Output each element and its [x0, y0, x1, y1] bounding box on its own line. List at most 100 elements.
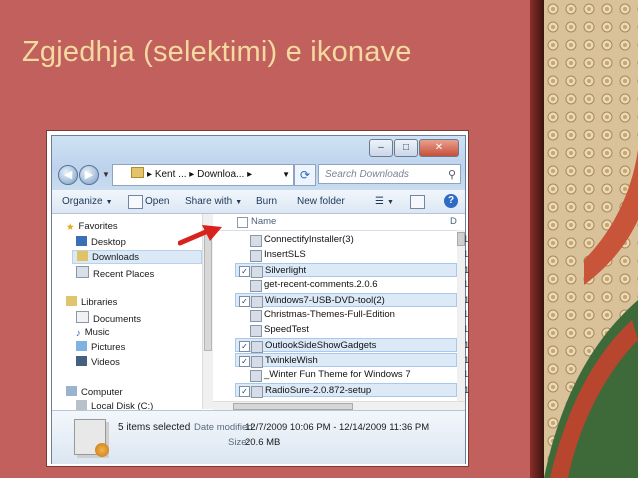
nav-computer[interactable]: Computer	[66, 386, 123, 400]
nav-documents[interactable]: Documents	[76, 311, 141, 325]
file-icon	[250, 235, 262, 247]
file-name: Windows7-USB-DVD-tool(2)	[265, 295, 385, 306]
file-icon	[250, 325, 262, 337]
file-row[interactable]: _Winter Fun Theme for Windows 71	[235, 368, 468, 382]
file-list-scrollbar[interactable]	[457, 230, 465, 409]
scroll-thumb[interactable]	[457, 232, 465, 246]
address-segment-downloads[interactable]: Downloa...	[197, 169, 244, 180]
nav-desktop[interactable]: Desktop	[76, 236, 126, 250]
caption-buttons: – □ ✕	[368, 139, 459, 157]
address-sep: ▸	[147, 169, 153, 180]
organize-button[interactable]: Organize ▼	[62, 190, 113, 213]
back-arrow-icon[interactable]: ◀	[58, 165, 78, 185]
address-bar[interactable]: ▸ Kent ... ▸ Downloa... ▸ ▼	[112, 164, 294, 186]
address-segment-user[interactable]: Kent ...	[155, 169, 187, 180]
desktop-icon	[76, 236, 87, 246]
address-dropdown-icon[interactable]: ▼	[282, 165, 290, 185]
file-row[interactable]: ✓ Silverlight 1	[235, 263, 469, 278]
file-name: Silverlight	[265, 265, 307, 276]
file-list: Name D ConnectifyInstaller(3) 1 InsertSLS 1…	[213, 214, 469, 409]
file-icon	[251, 386, 263, 398]
recent-pages-dropdown[interactable]: ▼	[102, 170, 110, 179]
row-checkbox[interactable]: ✓	[239, 356, 250, 367]
decorative-pattern	[544, 0, 638, 478]
size-value: 20.6 MB	[245, 437, 281, 448]
details-pane: 5 items selected Date modified: 12/7/200…	[52, 410, 465, 464]
maximize-button[interactable]: □	[394, 139, 418, 157]
select-all-checkbox[interactable]	[237, 217, 248, 228]
burn-button[interactable]: Burn	[256, 190, 277, 213]
close-button[interactable]: ✕	[419, 139, 459, 157]
date-modified-value: 12/7/2009 10:06 PM - 12/14/2009 11:36 PM	[245, 422, 430, 433]
title-bar: – □ ✕ ◀ ▶ ▼ ▸ Kent ... ▸ Downloa... ▸ ▼ …	[52, 136, 465, 190]
row-checkbox[interactable]: ✓	[239, 296, 250, 307]
minimize-button[interactable]: –	[369, 139, 393, 157]
file-row[interactable]: ✓ RadioSure-2.0.872-setup 1	[235, 383, 469, 398]
forward-arrow-icon[interactable]: ▶	[79, 165, 99, 185]
star-icon: ★	[66, 222, 75, 233]
nav-downloads[interactable]: Downloads	[72, 250, 202, 264]
nav-music[interactable]: ♪ Music	[76, 326, 110, 340]
badge-icon	[95, 443, 109, 457]
libraries-icon	[66, 296, 77, 306]
column-name[interactable]: Name	[251, 216, 276, 227]
explorer-window: – □ ✕ ◀ ▶ ▼ ▸ Kent ... ▸ Downloa... ▸ ▼ …	[47, 131, 469, 466]
share-with-button[interactable]: Share with ▼	[185, 190, 242, 213]
address-sep: ▸	[189, 169, 195, 180]
disk-icon	[76, 400, 87, 410]
file-row[interactable]: ✓ OutlookSideShowGadgets 1	[235, 338, 469, 353]
file-icon	[251, 296, 263, 308]
help-icon[interactable]: ?	[444, 194, 458, 208]
navigation-row: ◀ ▶ ▼ ▸ Kent ... ▸ Downloa... ▸ ▼ ⟳ Sear…	[58, 164, 461, 186]
nav-videos[interactable]: Videos	[76, 356, 120, 370]
file-row[interactable]: InsertSLS 1	[235, 248, 468, 262]
magnifier-icon[interactable]: ⚲	[448, 165, 456, 185]
music-icon: ♪	[76, 328, 81, 339]
row-checkbox[interactable]: ✓	[239, 386, 250, 397]
column-header: Name D	[213, 214, 465, 231]
file-name: SpeedTest	[264, 324, 309, 335]
recent-places-icon	[76, 266, 89, 278]
file-icon	[251, 341, 263, 353]
pictures-icon	[76, 341, 87, 351]
row-checkbox[interactable]: ✓	[239, 266, 250, 277]
file-name: InsertSLS	[264, 249, 306, 260]
slide-border	[530, 0, 544, 478]
red-arrow-icon	[178, 225, 222, 246]
refresh-icon[interactable]: ⟳	[294, 164, 316, 186]
open-button[interactable]: Open	[145, 190, 169, 213]
slide-title: Zgjedhja (selektimi) e ikonave	[22, 36, 412, 68]
search-input[interactable]: Search Downloads ⚲	[318, 164, 461, 184]
file-name: Christmas-Themes-Full-Edition	[264, 309, 395, 320]
file-name: OutlookSideShowGadgets	[265, 340, 377, 351]
file-row[interactable]: get-recent-comments.2.0.6 1	[235, 278, 468, 292]
file-row[interactable]: ConnectifyInstaller(3) 1	[235, 233, 468, 247]
file-row[interactable]: Christmas-Themes-Full-Edition 1	[235, 308, 468, 322]
file-icon	[251, 266, 263, 278]
videos-icon	[76, 356, 87, 366]
nav-recent-places[interactable]: Recent Places	[76, 266, 154, 280]
column-date[interactable]: D	[450, 216, 457, 227]
address-sep: ▸	[247, 169, 253, 180]
file-name: ConnectifyInstaller(3)	[264, 234, 354, 245]
file-row[interactable]: ✓ Windows7-USB-DVD-tool(2) 1	[235, 293, 469, 308]
file-row[interactable]: SpeedTest 1	[235, 323, 468, 337]
file-icon	[250, 280, 262, 292]
file-name: TwinkleWish	[265, 355, 318, 366]
file-name: RadioSure-2.0.872-setup	[265, 385, 372, 396]
nav-libraries[interactable]: Libraries	[66, 296, 117, 310]
file-icon	[250, 370, 262, 382]
nav-pictures[interactable]: Pictures	[76, 341, 125, 355]
view-options-button[interactable]: ☰ ▼	[375, 190, 394, 213]
file-row[interactable]: ✓ TwinkleWish 1	[235, 353, 469, 368]
file-icon	[250, 310, 262, 322]
search-placeholder: Search Downloads	[325, 169, 409, 180]
open-icon	[128, 195, 143, 209]
file-icon	[250, 250, 262, 262]
new-folder-button[interactable]: New folder	[297, 190, 345, 213]
preview-pane-icon[interactable]	[410, 195, 425, 209]
documents-icon	[76, 311, 89, 323]
scroll-thumb[interactable]	[233, 403, 353, 410]
nav-favorites[interactable]: ★ Favorites	[66, 220, 118, 234]
row-checkbox[interactable]: ✓	[239, 341, 250, 352]
